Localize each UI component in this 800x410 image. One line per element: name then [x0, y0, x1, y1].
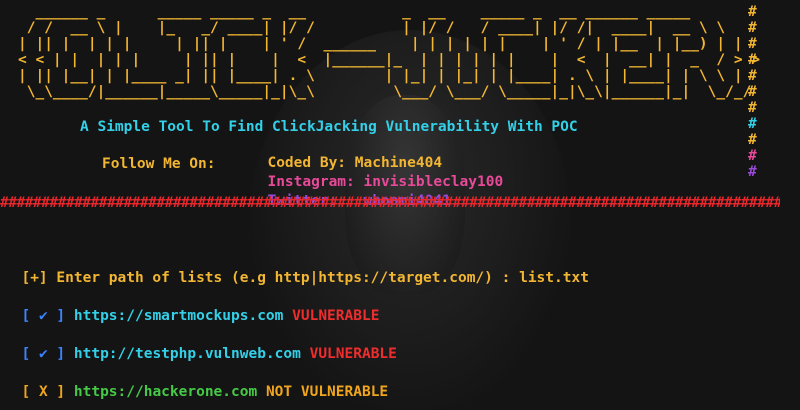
vulnerable-status: VULNERABLE	[309, 346, 397, 362]
result-row: [ ✔ ] http://testphp.vulnweb.com VULNERA…	[4, 327, 397, 363]
hash-mark: #	[748, 148, 757, 164]
hash-mark: #	[748, 4, 757, 20]
result-bracket: ]	[56, 384, 66, 400]
not-vulnerable-status: NOT VULNERABLE	[265, 384, 389, 400]
result-bracket: [	[21, 346, 31, 362]
follow-label: Follow Me On:	[102, 156, 216, 172]
check-icon: ✔	[38, 308, 48, 324]
hash-mark: #	[748, 36, 757, 52]
hash-mark: #	[748, 132, 757, 148]
prompt-text: Enter path of lists (e.g http|https://ta…	[56, 270, 511, 286]
banner-divider: ########################################…	[0, 195, 780, 211]
result-url: https://smartmockups.com	[73, 308, 284, 324]
vulnerable-status: VULNERABLE	[292, 308, 380, 324]
hash-mark: #	[748, 68, 757, 84]
hash-mark: #	[748, 84, 757, 100]
banner-tagline: A Simple Tool To Find ClickJacking Vulne…	[80, 119, 578, 135]
prompt-marker: [+]	[21, 270, 48, 286]
hash-mark: #	[748, 100, 757, 116]
result-url: https://hackerone.com	[73, 384, 258, 400]
result-row: [ X ] https://hackerone.com NOT VULNERAB…	[4, 365, 388, 401]
hash-mark: #	[748, 20, 757, 36]
hash-mark: #	[748, 164, 757, 180]
result-row: [ ✔ ] https://smartmockups.com VULNERABL…	[4, 289, 379, 325]
input-prompt-line[interactable]: [+] Enter path of lists (e.g http|https:…	[4, 251, 589, 287]
cross-icon: X	[38, 384, 48, 400]
hash-mark: #	[748, 52, 757, 68]
hash-mark: #	[748, 116, 757, 132]
banner-hash-column: # # # # # # # # # # #	[748, 4, 768, 180]
prompt-input-value: list.txt	[519, 270, 589, 286]
result-bracket: [	[21, 384, 31, 400]
check-icon: ✔	[38, 346, 48, 362]
result-bracket: ]	[56, 308, 66, 324]
result-bracket: [	[21, 308, 31, 324]
ascii-banner-logo: ______ _ _____ _____ _ __ _ __ _____ _ _…	[18, 4, 761, 100]
result-bracket: ]	[56, 346, 66, 362]
result-url: http://testphp.vulnweb.com	[73, 346, 301, 362]
